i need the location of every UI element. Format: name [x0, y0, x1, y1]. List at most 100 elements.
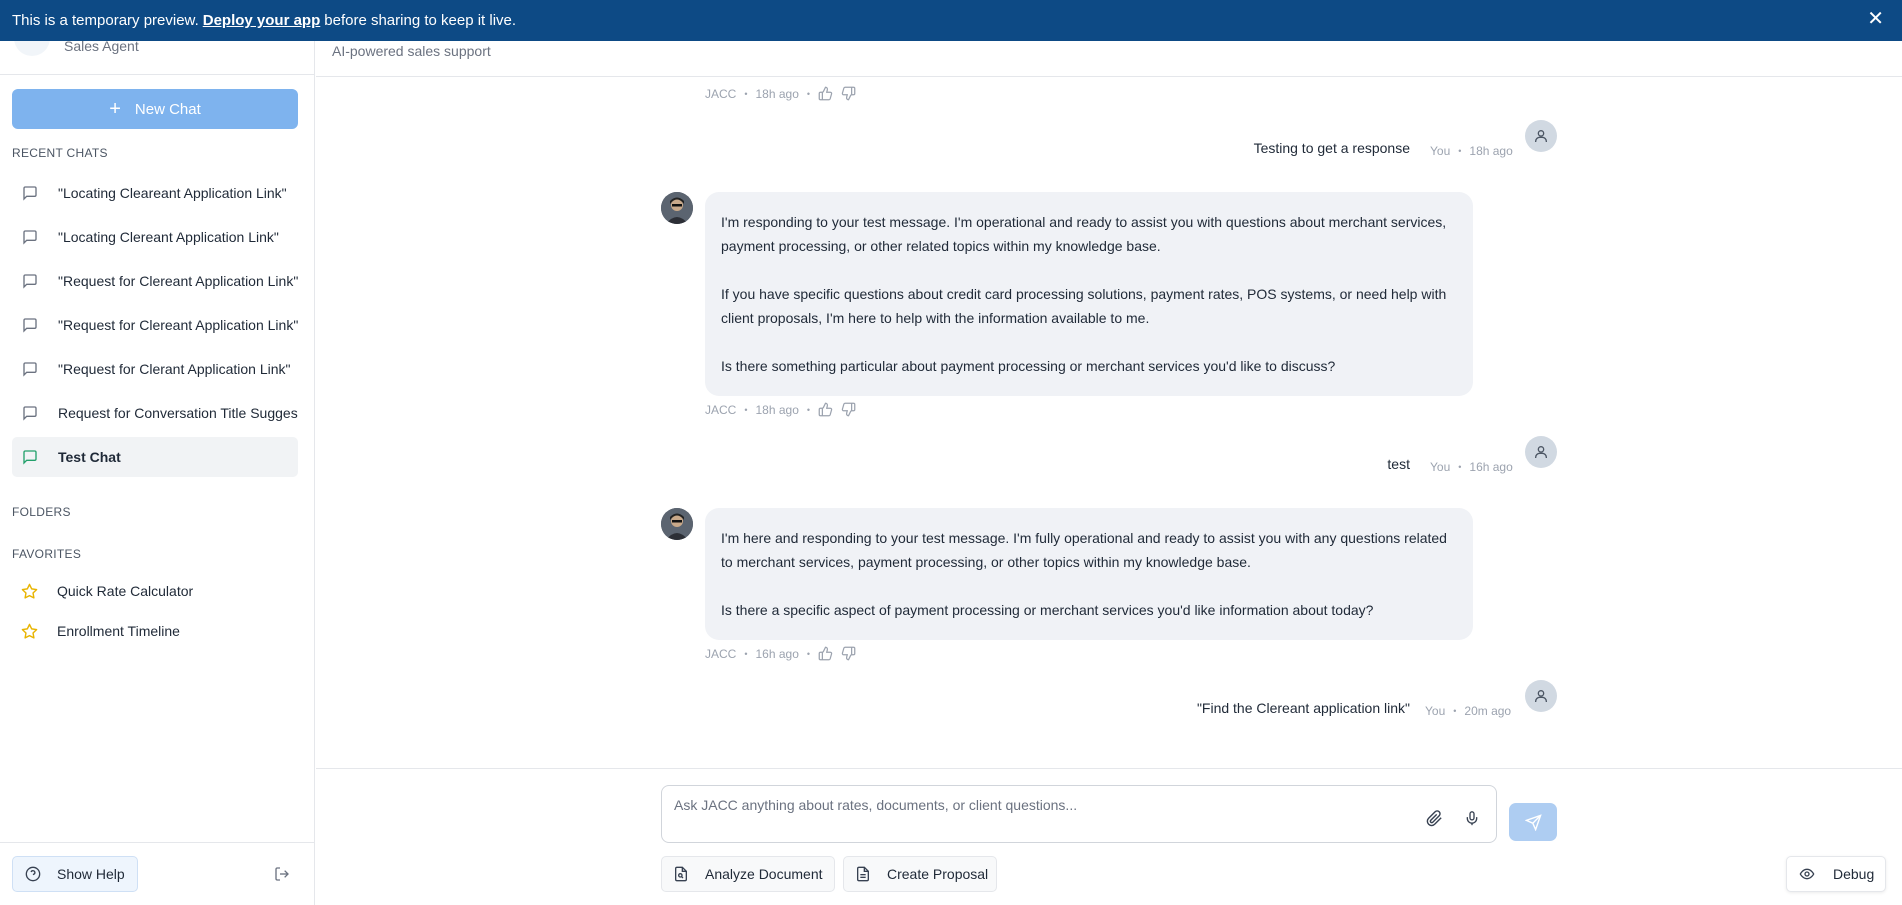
header-subtitle: AI-powered sales support: [332, 43, 491, 59]
message-input[interactable]: [674, 794, 1414, 816]
sidebar-chat-item-active[interactable]: Test Chat: [12, 437, 298, 477]
meta-separator: •: [806, 648, 811, 659]
message-input-box: [661, 785, 1497, 843]
sidebar-chat-item[interactable]: "Request for Clereant Application Link": [12, 261, 298, 301]
folders-title: FOLDERS: [12, 505, 71, 519]
meta-separator: •: [1458, 462, 1462, 472]
message-time: 18h ago: [755, 86, 799, 101]
banner-prefix: This is a temporary preview.: [12, 12, 199, 29]
message-meta: JACC • 18h ago •: [705, 402, 856, 417]
star-icon: [21, 583, 38, 599]
logout-icon[interactable]: [274, 866, 290, 882]
bot-avatar: [661, 192, 693, 224]
recent-chats-title: RECENT CHATS: [12, 146, 108, 160]
message-meta: JACC • 18h ago •: [705, 86, 856, 101]
message-square-icon: [23, 186, 37, 201]
new-chat-label: New Chat: [134, 100, 201, 118]
meta-separator: •: [806, 88, 811, 99]
favorite-item[interactable]: Enrollment Timeline: [12, 614, 298, 648]
message-square-icon: [23, 362, 37, 377]
send-button[interactable]: [1509, 803, 1557, 841]
thumbs-down-icon[interactable]: [841, 402, 856, 417]
message-sender: You: [1425, 704, 1446, 718]
thumbs-up-icon[interactable]: [818, 86, 833, 101]
message-time: 18h ago: [755, 402, 799, 417]
user-icon: [1535, 690, 1547, 702]
chat-item-label: "Locating Cleareant Application Link": [58, 185, 287, 201]
header-divider: [316, 76, 1902, 77]
message-square-icon: [23, 450, 37, 465]
document-icon: [675, 866, 687, 882]
analyze-document-label: Analyze Document: [705, 866, 823, 882]
analyze-document-button[interactable]: Analyze Document: [661, 856, 835, 892]
sidebar-bottom-divider: [0, 842, 315, 843]
message-paragraph: Is there something particular about paym…: [721, 358, 1336, 374]
thumbs-down-icon[interactable]: [841, 646, 856, 661]
deploy-app-link[interactable]: Deploy your app: [203, 12, 321, 29]
sidebar: Sales Agent + New Chat RECENT CHATS "Loc…: [0, 0, 315, 905]
bot-avatar: [661, 508, 693, 540]
message-paragraph: Is there a specific aspect of payment pr…: [721, 602, 1374, 618]
sidebar-chat-item[interactable]: Request for Conversation Title Suggestio…: [12, 393, 298, 433]
user-avatar: [1525, 436, 1557, 468]
user-icon: [1535, 446, 1547, 458]
favorite-item-label: Enrollment Timeline: [57, 623, 180, 639]
meta-separator: •: [806, 404, 811, 415]
new-chat-button[interactable]: + New Chat: [12, 89, 298, 129]
composer-divider: [316, 768, 1902, 769]
thumbs-up-icon[interactable]: [818, 402, 833, 417]
chat-item-label: Request for Conversation Title Suggestio…: [58, 405, 298, 421]
bot-message-bubble: I'm responding to your test message. I'm…: [705, 192, 1473, 396]
user-avatar: [1525, 120, 1557, 152]
sidebar-chat-item[interactable]: "Locating Clereant Application Link": [12, 217, 298, 257]
show-help-label: Show Help: [57, 866, 125, 882]
message-square-icon: [23, 230, 37, 245]
bot-avatar-image: [661, 508, 693, 540]
chat-item-label: Test Chat: [58, 449, 121, 465]
preview-banner: This is a temporary preview. Deploy your…: [0, 0, 1902, 41]
chat-item-label: "Locating Clereant Application Link": [58, 229, 279, 245]
meta-separator: •: [744, 648, 748, 659]
bot-avatar-image: [661, 192, 693, 224]
bot-message-bubble: I'm here and responding to your test mes…: [705, 508, 1473, 640]
message-square-icon: [23, 406, 37, 421]
user-message-text: "Find the Clereant application link": [1196, 700, 1410, 716]
favorite-item[interactable]: Quick Rate Calculator: [12, 574, 298, 608]
message-square-icon: [23, 318, 37, 333]
message-time: 16h ago: [755, 646, 799, 661]
create-proposal-button[interactable]: Create Proposal: [843, 856, 997, 892]
message-sender: JACC: [705, 402, 737, 417]
help-circle-icon: [25, 866, 41, 882]
favorites-title: FAVORITES: [12, 547, 82, 561]
banner-suffix: before sharing to keep it live.: [324, 12, 517, 29]
message-time: 16h ago: [1469, 460, 1513, 474]
message-sender: You: [1430, 144, 1451, 158]
message-meta: You • 18h ago: [1430, 144, 1513, 158]
debug-button[interactable]: Debug: [1786, 856, 1886, 892]
mic-icon[interactable]: [1464, 810, 1480, 827]
plus-icon: +: [109, 98, 121, 120]
sidebar-chat-item[interactable]: "Request for Clerant Application Link": [12, 349, 298, 389]
paperclip-icon[interactable]: [1426, 810, 1443, 827]
message-square-icon: [23, 274, 37, 289]
chat-item-label: "Request for Clereant Application Link": [58, 273, 298, 289]
meta-separator: •: [1453, 706, 1457, 716]
meta-separator: •: [1458, 146, 1462, 156]
user-message-text: Testing to get a response: [1253, 140, 1410, 156]
show-help-button[interactable]: Show Help: [12, 856, 138, 892]
user-icon: [1535, 130, 1547, 142]
sidebar-chat-item[interactable]: "Request for Clereant Application Link": [12, 305, 298, 345]
message-time: 18h ago: [1469, 144, 1513, 158]
star-icon: [21, 623, 38, 639]
meta-separator: •: [744, 88, 748, 99]
document-icon: [857, 866, 869, 882]
message-meta: JACC • 16h ago •: [705, 646, 856, 661]
close-icon[interactable]: ✕: [1867, 9, 1884, 29]
thumbs-up-icon[interactable]: [818, 646, 833, 661]
sidebar-chat-item[interactable]: "Locating Cleareant Application Link": [12, 173, 298, 213]
message-paragraph: I'm responding to your test message. I'm…: [721, 214, 1447, 254]
chat-item-label: "Request for Clereant Application Link": [58, 317, 298, 333]
message-sender: JACC: [705, 86, 737, 101]
create-proposal-label: Create Proposal: [887, 866, 989, 882]
thumbs-down-icon[interactable]: [841, 86, 856, 101]
